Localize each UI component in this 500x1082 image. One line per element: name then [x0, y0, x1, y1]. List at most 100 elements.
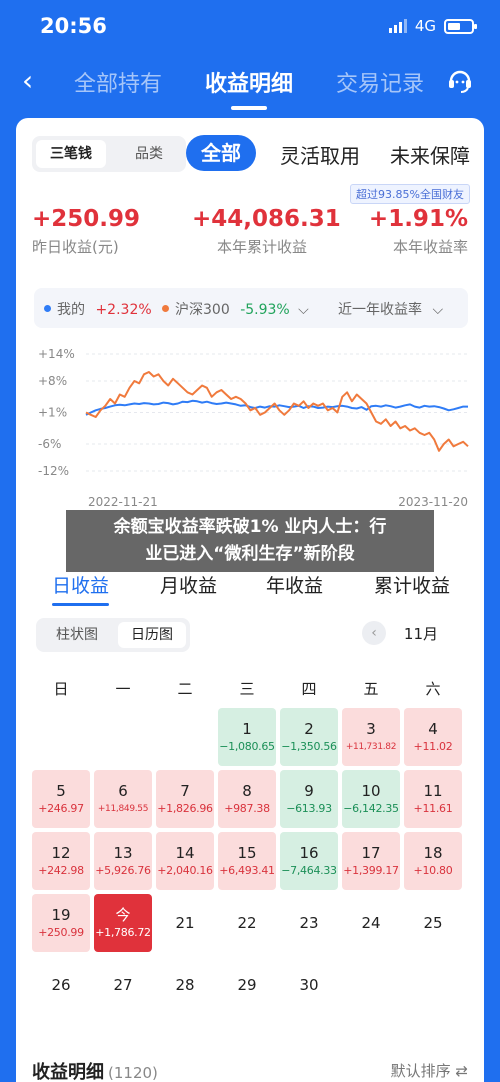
sort-button[interactable]: 默认排序 ⇄ [391, 1060, 468, 1081]
return-chart: +14% +8% +1% -6% -12% 2022-11-21 2023-11-20 [38, 347, 469, 508]
calendar-day-amount: +1,786.72 [95, 926, 151, 939]
tab-monthly-earnings[interactable]: 月收益 [160, 571, 217, 598]
calendar-day-number: 19 [51, 906, 71, 924]
period-label: 近一年收益率 [338, 302, 422, 318]
calendar-day[interactable]: 27 [94, 956, 152, 1014]
calendar-day[interactable]: 2 −1,350.56 [280, 708, 338, 766]
calendar-day[interactable]: 29 [218, 956, 276, 1014]
legend-index[interactable]: 沪深300 -5.93% ⌵ [162, 299, 309, 319]
calendar-day[interactable]: 23 [280, 894, 338, 952]
calendar-day[interactable]: 1 −1,080.65 [218, 708, 276, 766]
calendar-day[interactable]: 15 +6,493.41 [218, 832, 276, 890]
chart-legend: 我的 +2.32% 沪深300 -5.93% ⌵ 近一年收益率 ⌵ [34, 288, 468, 328]
calendar-day[interactable]: 8 +987.38 [218, 770, 276, 828]
calendar-day[interactable]: 9 −613.93 [280, 770, 338, 828]
view-bar[interactable]: 柱状图 [40, 622, 114, 648]
detail-count: (1120) [108, 1064, 158, 1082]
filter-future[interactable]: 未来保障 [390, 140, 484, 169]
calendar-day[interactable]: 26 [32, 956, 90, 1014]
stat-yesterday: +250.99 昨日收益(元) [32, 206, 140, 257]
calendar-day[interactable]: 19 +250.99 [32, 894, 90, 952]
detail-title: 收益明细 [32, 1062, 104, 1082]
tab-trade-records[interactable]: 交易记录 [336, 66, 424, 98]
chevron-down-icon: ⌵ [432, 302, 444, 318]
banner-line-1: 余额宝收益率跌破1% 业内人士：行 [113, 517, 387, 537]
calendar-day-amount: −7,464.33 [281, 864, 337, 877]
calendar-day-number: 1 [242, 720, 252, 738]
back-icon[interactable]: ‹ [22, 64, 33, 97]
customer-service-icon[interactable] [446, 66, 474, 94]
weekday-label: 四 [301, 680, 317, 698]
calendar-day[interactable]: 10 −6,142.35 [342, 770, 400, 828]
calendar-day[interactable]: 13 +5,926.76 [94, 832, 152, 890]
category-segment: 三笔钱 品类 [32, 136, 186, 172]
calendar-day-number: 28 [175, 976, 195, 994]
legend-index-label: 沪深300 [175, 302, 230, 318]
segment-category[interactable]: 品类 [120, 140, 178, 168]
period-selector[interactable]: 近一年收益率 ⌵ [338, 299, 443, 319]
calendar-day-number: 7 [180, 782, 190, 800]
calendar-day[interactable]: 4 +11.02 [404, 708, 462, 766]
weekday-label: 五 [363, 680, 379, 698]
calendar-day[interactable]: 25 [404, 894, 462, 952]
calendar-day-number: 30 [299, 976, 319, 994]
news-banner[interactable]: 余额宝收益率跌破1% 业内人士：行 业已进入“微利生存”新阶段 [66, 510, 434, 572]
tab-holdings[interactable]: 全部持有 [74, 66, 162, 98]
calendar-day[interactable]: 14 +2,040.16 [156, 832, 214, 890]
calendar-day-number: 11 [423, 782, 443, 800]
prev-month-icon[interactable]: ‹ [362, 621, 386, 645]
tab-earnings-detail[interactable]: 收益明细 [205, 66, 293, 110]
rank-badge: 超过93.85%全国财友 [350, 184, 470, 204]
calendar-day-number: 8 [242, 782, 252, 800]
calendar-day[interactable]: 22 [218, 894, 276, 952]
tab-cumulative-earnings[interactable]: 累计收益 [374, 571, 450, 598]
weekday-label: 六 [425, 680, 441, 698]
calendar-day[interactable]: 17 +1,399.17 [342, 832, 400, 890]
calendar-day-amount: +1,399.17 [343, 864, 399, 877]
calendar-day[interactable]: 30 [280, 956, 338, 1014]
calendar-day-number: 13 [113, 844, 133, 862]
stat-year-total: +44,086.31 本年累计收益 [192, 206, 341, 257]
calendar-day[interactable]: 今 +1,786.72 [94, 894, 152, 952]
segment-three-pots[interactable]: 三笔钱 [36, 140, 106, 168]
status-time: 20:56 [40, 14, 107, 38]
view-calendar[interactable]: 日历图 [118, 622, 186, 648]
calendar-day[interactable]: 11 +11.61 [404, 770, 462, 828]
calendar-day-number: 3 [366, 720, 376, 738]
stat-year-rate-label: 本年收益率 [392, 238, 468, 256]
calendar-day-amount: +6,493.41 [219, 864, 275, 877]
calendar-day-number: 9 [304, 782, 314, 800]
calendar-day-number: 16 [299, 844, 319, 862]
x-tick-label: 2022-11-21 [88, 495, 158, 508]
calendar-day-number: 10 [361, 782, 381, 800]
calendar-day-number: 15 [237, 844, 257, 862]
calendar-day-number: 22 [237, 914, 257, 932]
top-nav: ‹ 全部持有 收益明细 交易记录 [0, 52, 500, 110]
calendar-day[interactable]: 18 +10.80 [404, 832, 462, 890]
calendar-day[interactable]: 28 [156, 956, 214, 1014]
calendar-day[interactable]: 24 [342, 894, 400, 952]
tab-daily-earnings[interactable]: 日收益 [52, 571, 110, 606]
calendar-day-number: 26 [51, 976, 71, 994]
calendar-day[interactable]: 5 +246.97 [32, 770, 90, 828]
calendar-day-number: 14 [175, 844, 195, 862]
calendar-day[interactable]: 3 +11,731.82 [342, 708, 400, 766]
tab-yearly-earnings[interactable]: 年收益 [266, 571, 323, 598]
calendar-day-number: 17 [361, 844, 381, 862]
weekday-label: 日 [53, 680, 69, 698]
calendar-day[interactable]: 7 +1,826.96 [156, 770, 214, 828]
y-tick-label: +8% [38, 374, 67, 388]
period-tabs: 日收益 月收益 年收益 累计收益 [16, 571, 484, 611]
weekday-label: 二 [177, 680, 193, 698]
calendar-day-amount: +11,731.82 [345, 742, 397, 752]
filter-flexible[interactable]: 灵活取用 [280, 140, 360, 169]
calendar-day[interactable]: 12 +242.98 [32, 832, 90, 890]
calendar-day[interactable]: 21 [156, 894, 214, 952]
filter-all[interactable]: 全部 [186, 135, 256, 171]
calendar-day-amount: +5,926.76 [95, 864, 151, 877]
x-tick-label: 2023-11-20 [398, 495, 468, 508]
calendar-day[interactable]: 16 −7,464.33 [280, 832, 338, 890]
calendar-day[interactable]: 6 +11,849.55 [94, 770, 152, 828]
calendar-day-number: 5 [56, 782, 66, 800]
calendar-day-number: 今 [115, 906, 131, 924]
